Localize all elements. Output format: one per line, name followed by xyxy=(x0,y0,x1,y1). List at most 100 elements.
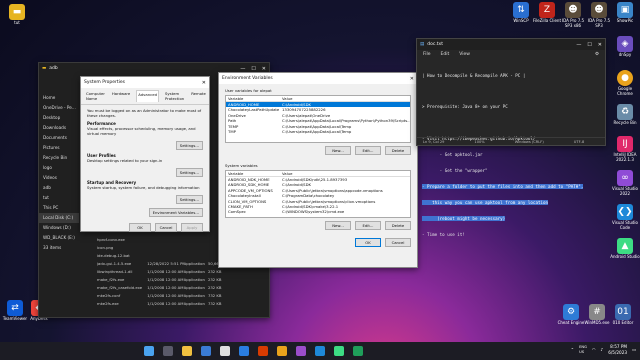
environment-variables-button[interactable]: Environment Variables... xyxy=(148,208,203,217)
sidebar-item-recycle-bin[interactable]: Recycle Bin xyxy=(39,153,79,163)
ok-button[interactable]: OK xyxy=(355,238,381,247)
system-delete-button[interactable]: Delete xyxy=(385,221,411,230)
sidebar-item-downloads[interactable]: Downloads xyxy=(39,123,79,133)
notepad-window[interactable]: ▤ doc.txt — ☐ ✕ File Edit View ⚙ | How t… xyxy=(416,38,606,237)
sidebar-item-videos[interactable]: Videos xyxy=(39,173,79,183)
edge-icon[interactable] xyxy=(239,346,249,356)
sidebar-item-desktop[interactable]: Desktop xyxy=(39,113,79,123)
notepad-titlebar[interactable]: ▤ doc.txt — ☐ ✕ xyxy=(417,39,605,50)
chevron-up-icon[interactable]: ⌃ xyxy=(571,347,575,352)
cancel-button[interactable]: Cancel xyxy=(385,238,411,247)
desktop-icon-vscode[interactable]: ❮❯ Visual Studio Code xyxy=(610,204,640,230)
sidebar-item-pictures[interactable]: Pictures xyxy=(39,143,79,153)
sidebar-item-home[interactable]: Home xyxy=(39,93,79,103)
desktop-icon-android-studio[interactable]: ▲ Android Studio xyxy=(610,238,640,260)
minimize-icon[interactable]: — xyxy=(240,66,245,72)
close-icon[interactable]: ✕ xyxy=(202,80,206,86)
user-vars-table[interactable]: Variable Value ANDROID_HOME C:\Android\S… xyxy=(225,95,411,143)
close-icon[interactable]: ✕ xyxy=(598,42,602,48)
apply-button[interactable]: Apply xyxy=(181,223,203,232)
maximize-icon[interactable]: ☐ xyxy=(587,42,591,48)
menu-edit[interactable]: Edit xyxy=(441,52,450,57)
wifi-icon[interactable]: ◠ xyxy=(592,347,596,352)
sidebar-item-wd-black[interactable]: WD_BLACK (E:) xyxy=(39,233,79,243)
sidebar-item-documents[interactable]: Documents xyxy=(39,133,79,143)
file-explorer-icon[interactable] xyxy=(182,346,192,356)
desktop-icon-dnspy[interactable]: ◈ dnSpy xyxy=(610,36,640,58)
environment-variables-dialog[interactable]: Environment Variables ✕ User variables f… xyxy=(218,72,418,268)
system-vars-table[interactable]: Variable Value ANDROID_NDK_HOME C:\Andro… xyxy=(225,170,411,218)
file-row[interactable]: jadx-gui-1.4.5.exe 12/28/2022 5:51 PM Ap… xyxy=(97,259,227,267)
office-icon[interactable] xyxy=(258,346,268,356)
sidebar-item-windows-d[interactable]: Windows (D:) xyxy=(39,223,79,233)
sidebar-item-tut[interactable]: tut xyxy=(39,193,79,203)
sysprops-titlebar[interactable]: System Properties ✕ xyxy=(81,77,209,88)
chrome-taskbar-icon[interactable] xyxy=(277,346,287,356)
volume-icon[interactable]: ♪ xyxy=(601,347,604,352)
minimize-icon[interactable]: — xyxy=(576,42,581,48)
col-value[interactable]: Value xyxy=(282,171,410,176)
desktop-icon-chrome[interactable]: ● Google Chrome xyxy=(610,70,640,96)
sidebar-item-onedrive[interactable]: OneDrive - Pe... xyxy=(39,103,79,113)
file-row[interactable]: mke2fs.exe 1/1/2008 12:00 AM Application… xyxy=(97,299,227,307)
table-row[interactable]: TMP C:\Users\alepat\AppData\Local\Temp xyxy=(226,129,410,134)
ok-button[interactable]: OK xyxy=(129,223,151,232)
close-icon[interactable]: ✕ xyxy=(262,66,266,72)
system-properties-dialog[interactable]: System Properties ✕ Computer Name Hardwa… xyxy=(80,76,210,232)
terminal-icon[interactable] xyxy=(353,346,363,356)
file-row[interactable]: icon.png xyxy=(97,243,227,251)
startup-settings-button[interactable]: Settings... xyxy=(175,195,203,204)
sidebar-item-this-pc[interactable]: This PC xyxy=(39,203,79,213)
performance-settings-button[interactable]: Settings... xyxy=(175,141,203,150)
tab-advanced[interactable]: Advanced xyxy=(136,90,159,102)
file-row[interactable]: hprof-conv.exe xyxy=(97,235,227,243)
desktop-icon-tut[interactable]: ▬ tut xyxy=(2,4,32,26)
user-delete-button[interactable]: Delete xyxy=(385,146,411,155)
notepad-taskbar-icon[interactable] xyxy=(220,346,230,356)
vscode-taskbar-icon[interactable] xyxy=(315,346,325,356)
sidebar-item-logo[interactable]: logo xyxy=(39,163,79,173)
tab-computer-name[interactable]: Computer Name xyxy=(85,90,106,102)
start-icon[interactable] xyxy=(144,346,154,356)
user-new-button[interactable]: New... xyxy=(325,146,351,155)
close-icon[interactable]: ✕ xyxy=(410,76,414,82)
file-row[interactable]: mke2fs.conf 1/1/2008 12:00 AM Applicatio… xyxy=(97,291,227,299)
col-variable[interactable]: Variable xyxy=(226,96,282,101)
desktop-icon-010-editor[interactable]: 01 010 Editor xyxy=(608,304,638,326)
notification-icon[interactable]: ▭ xyxy=(632,347,636,352)
table-row[interactable]: ComSpec C:\WINDOWS\system32\cmd.exe xyxy=(226,209,410,214)
menu-file[interactable]: File xyxy=(423,52,431,57)
sidebar-item-local-disk[interactable]: Local Disk (C:) xyxy=(39,213,79,223)
search-icon[interactable] xyxy=(163,346,173,356)
settings-icon[interactable]: ⚙ xyxy=(595,52,599,57)
user-edit-button[interactable]: Edit... xyxy=(355,146,381,155)
col-variable[interactable]: Variable xyxy=(226,171,282,176)
file-row[interactable]: libwinpthread-1.dll 1/1/2008 12:00 AM Ap… xyxy=(97,267,227,275)
desktop-icon-recycle-bin[interactable]: ♻ Recycle Bin xyxy=(610,104,640,126)
language-indicator[interactable]: ENG US xyxy=(579,345,587,354)
clock[interactable]: 8:57 PM 6/5/2023 xyxy=(608,344,627,355)
notepad-text-area[interactable]: | How to Decompile & Recompile APK - PC … xyxy=(417,59,605,250)
file-row[interactable]: ide-debug-12.bat xyxy=(97,251,227,259)
sidebar-item-adb[interactable]: adb xyxy=(39,183,79,193)
user-profiles-settings-button[interactable]: Settings... xyxy=(175,168,203,177)
vscode-icon: ❮❯ xyxy=(617,204,633,220)
tab-hardware[interactable]: Hardware xyxy=(111,90,131,102)
system-edit-button[interactable]: Edit... xyxy=(355,221,381,230)
col-value[interactable]: Value xyxy=(282,96,410,101)
desktop-icon-intellij[interactable]: IJ IntelliJ IDEA 2022.1.3 xyxy=(610,136,640,162)
tab-system-protection[interactable]: System Protection xyxy=(164,90,185,102)
desktop-icon-visual-studio[interactable]: ∞ Visual Studio 2022 xyxy=(610,170,640,196)
file-row[interactable]: make_f2fs_casefold.exe 1/1/2008 12:00 AM… xyxy=(97,283,227,291)
maximize-icon[interactable]: ☐ xyxy=(251,66,255,72)
android-studio-taskbar-icon[interactable] xyxy=(334,346,344,356)
store-icon[interactable] xyxy=(201,346,211,356)
menu-view[interactable]: View xyxy=(459,52,470,57)
cancel-button[interactable]: Cancel xyxy=(155,223,177,232)
visual-studio-taskbar-icon[interactable] xyxy=(296,346,306,356)
desktop-icon-showpic[interactable]: ▣ ShowPic xyxy=(610,2,640,24)
envvars-titlebar[interactable]: Environment Variables ✕ xyxy=(219,73,417,84)
tab-remote[interactable]: Remote xyxy=(190,90,207,102)
file-row[interactable]: make_f2fs.exe 1/1/2008 12:00 AM Applicat… xyxy=(97,275,227,283)
system-new-button[interactable]: New... xyxy=(325,221,351,230)
